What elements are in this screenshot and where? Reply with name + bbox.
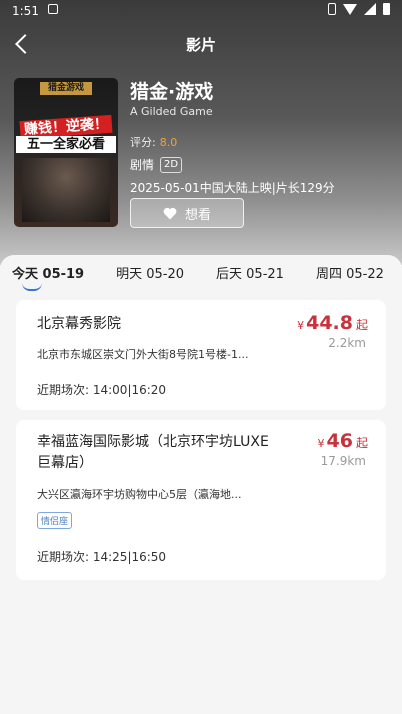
rating-row: 评分: 8.0 <box>130 134 392 150</box>
cinema-price: ¥44.8 起 <box>297 312 368 334</box>
showtimes-panel: 今天 05-19 明天 05-20 后天 05-21 周四 05-22 北京幕秀… <box>0 255 402 714</box>
cinema-name: 北京幕秀影院 <box>37 316 121 332</box>
wifi-icon <box>343 3 357 15</box>
movie-title: 猎金·游戏 <box>130 81 214 103</box>
heart-icon <box>163 207 177 220</box>
cinema-address: 大兴区瀛海环宇坊购物中心5层（瀛海地... <box>37 488 242 501</box>
tab-day-after[interactable]: 后天 05-21 <box>216 263 284 293</box>
feature-tag: 情侣座 <box>37 512 73 529</box>
release-info: 2025-05-01中国大陆上映|片长129分 <box>130 181 335 195</box>
cinema-schedule: 近期场次: 14:00|16:20 <box>37 383 167 397</box>
format-badge: 2D <box>160 156 183 173</box>
rating-label: 评分: <box>130 136 156 149</box>
page-title: 影片 <box>185 36 216 54</box>
cinema-schedule: 近期场次: 14:25|16:50 <box>37 550 167 564</box>
price-value: 46 <box>326 430 353 452</box>
price-suffix: 起 <box>355 436 368 450</box>
cinema-card[interactable]: 北京幕秀影院 ¥44.8 起 2.2km 北京市东城区崇文门外大街8号院1号楼-1… <box>16 300 386 410</box>
price-currency: ¥ <box>297 319 305 332</box>
movie-poster[interactable]: 猎金游戏 赚钱！逆袭！ 五一全家必看 <box>14 78 118 227</box>
cinema-distance: 17.9km <box>320 454 366 468</box>
status-icons <box>328 3 390 15</box>
genre-label: 剧情 <box>130 158 155 172</box>
want-to-watch-button[interactable]: 想看 <box>130 198 244 228</box>
tab-thursday[interactable]: 周四 05-22 <box>316 263 384 293</box>
notification-icon <box>48 4 58 14</box>
status-bar: 1:51 <box>0 0 402 22</box>
battery-icon <box>383 3 390 15</box>
movie-english-title: A Gilded Game <box>130 105 213 118</box>
poster-tagline-2: 五一全家必看 <box>16 136 116 153</box>
cinema-name: 幸福蓝海国际影城（北京环宇坊LUXE 巨幕店） <box>37 432 297 474</box>
price-suffix: 起 <box>355 318 368 332</box>
signal-icon <box>364 3 376 15</box>
cinema-address: 北京市东城区崇文门外大街8号院1号楼-1... <box>37 348 249 361</box>
cinema-card[interactable]: 幸福蓝海国际影城（北京环宇坊LUXE 巨幕店） ¥46 起 17.9km 大兴区瀛… <box>16 420 386 580</box>
poster-title-text: 猎金游戏 <box>40 82 92 95</box>
status-time: 1:51 <box>12 4 39 18</box>
genre-row: 剧情 2D <box>130 156 392 173</box>
cinema-price: ¥46 起 <box>318 430 368 452</box>
poster-artwork <box>22 158 110 222</box>
cinema-distance: 2.2km <box>328 336 366 350</box>
tab-tomorrow[interactable]: 明天 05-20 <box>116 263 184 293</box>
top-nav: 影片 <box>0 22 402 66</box>
date-tabs: 今天 05-19 明天 05-20 后天 05-21 周四 05-22 <box>0 263 402 293</box>
price-value: 44.8 <box>306 312 353 334</box>
rating-value: 8.0 <box>159 136 178 149</box>
cinema-name-line-2: 巨幕店） <box>37 455 93 471</box>
tab-today[interactable]: 今天 05-19 <box>12 263 84 293</box>
movie-info: 猎金·游戏 A Gilded Game 评分: 8.0 剧情 2D 2025-05… <box>130 80 392 196</box>
vibrate-icon <box>328 3 336 15</box>
price-currency: ¥ <box>317 437 325 450</box>
want-to-watch-label: 想看 <box>184 207 211 223</box>
cinema-name-line-1: 幸福蓝海国际影城（北京环宇坊LUXE <box>37 434 269 450</box>
